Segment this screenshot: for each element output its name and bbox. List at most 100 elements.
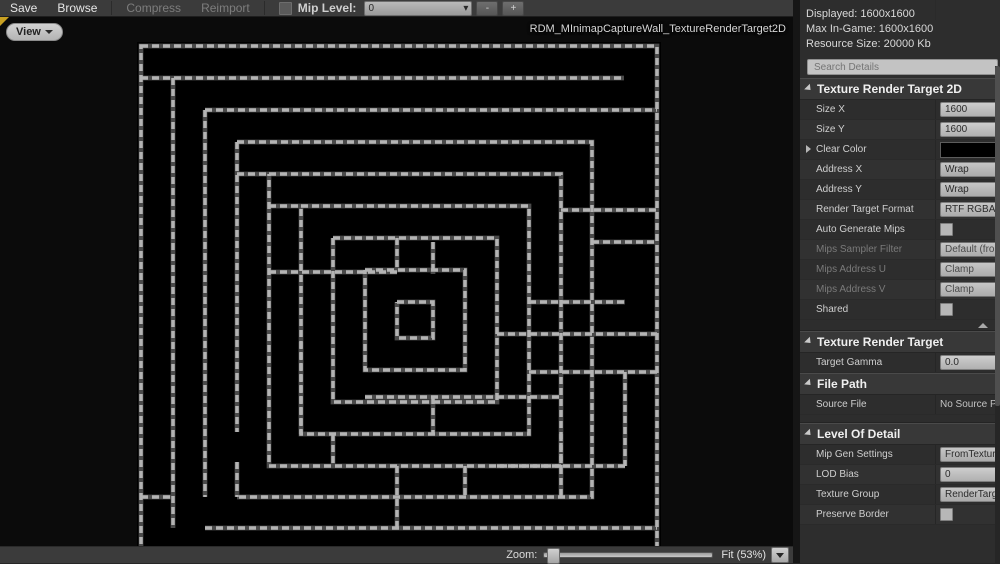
property-dropdown[interactable]: Wrap: [940, 182, 1000, 197]
panel-splitter[interactable]: [793, 0, 800, 563]
property-column-divider: [935, 485, 936, 504]
property-row: Texture Group RenderTarget: [800, 485, 1000, 505]
zoom-fit-value: Fit (53%): [721, 549, 766, 561]
property-label: Render Target Format: [816, 204, 914, 215]
resource-size-text: Resource Size: 20000 Kb: [806, 38, 931, 50]
chevron-down-icon: ▾: [463, 2, 469, 14]
property-checkbox[interactable]: [940, 303, 953, 316]
section-column-divider: [935, 0, 936, 20]
triangle-expanded-icon: [804, 428, 814, 438]
property-dropdown[interactable]: RTF RGBA16f: [940, 202, 1000, 217]
texture-preview-image: [137, 42, 661, 546]
mip-level-checkbox[interactable]: [278, 1, 292, 15]
search-input[interactable]: [812, 60, 993, 74]
save-button[interactable]: Save: [0, 0, 47, 16]
details-section-header[interactable]: Texture Render Target 2D: [800, 0, 1000, 100]
property-row: Source File No Source Path Specified: [800, 395, 1000, 415]
property-text-field[interactable]: 0.0: [940, 355, 1000, 370]
mip-level-value: 0: [368, 2, 374, 14]
property-text-field[interactable]: 1600: [940, 102, 1000, 117]
property-value-cell: 0: [940, 467, 1000, 482]
texture-viewport[interactable]: View RDM_MInimapCaptureWall_TextureRende…: [0, 17, 793, 546]
details-section-title: Level Of Detail: [817, 427, 901, 441]
details-section-header[interactable]: File Path: [800, 0, 1000, 395]
property-dropdown[interactable]: Clamp: [940, 262, 1000, 277]
maze-texture-render: [137, 42, 661, 546]
zoom-preset-dropdown[interactable]: [771, 547, 789, 563]
property-label: Address Y: [816, 184, 862, 195]
property-row: Mips Address U Clamp: [800, 260, 1000, 280]
property-value-cell: [940, 222, 1000, 237]
triangle-expanded-icon: [804, 83, 814, 93]
property-value-cell: Clamp: [940, 282, 1000, 297]
property-value-cell: RTF RGBA16f: [940, 202, 1000, 217]
details-section-header[interactable]: Level Of Detail: [800, 0, 1000, 445]
property-row: Target Gamma 0.0: [800, 353, 1000, 373]
property-label: Auto Generate Mips: [816, 224, 905, 235]
mip-level-decrease-button[interactable]: -: [476, 0, 499, 16]
property-text-field[interactable]: 1600: [940, 122, 1000, 137]
color-swatch[interactable]: [940, 141, 1000, 158]
property-checkbox[interactable]: [940, 223, 953, 236]
property-value-cell: Wrap: [940, 162, 1000, 177]
property-label: Texture Group: [816, 489, 880, 500]
property-column-divider: [935, 100, 936, 119]
section-collapse-handle[interactable]: [800, 320, 1000, 331]
details-sections: Texture Render Target 2D Size X 1600 Size Y…: [800, 0, 1000, 525]
zoom-slider[interactable]: [543, 548, 714, 564]
chevron-down-icon: [44, 30, 53, 34]
zoom-slider-thumb[interactable]: [547, 548, 561, 564]
triangle-expanded-icon: [804, 336, 814, 346]
property-label: Mips Sampler Filter: [816, 244, 903, 255]
property-dropdown[interactable]: Clamp: [940, 282, 1000, 297]
property-row: Address Y Wrap: [800, 180, 1000, 200]
property-dropdown[interactable]: FromTextureGroup: [940, 447, 1000, 462]
property-checkbox[interactable]: [940, 508, 953, 521]
reimport-button[interactable]: Reimport: [191, 0, 260, 16]
property-row: Render Target Format RTF RGBA16f: [800, 200, 1000, 220]
property-dropdown[interactable]: Wrap: [940, 162, 1000, 177]
property-column-divider: [935, 353, 936, 372]
details-panel: Displayed: 1600x1600 Max In-Game: 1600x1…: [800, 0, 1000, 563]
property-label: Source File: [816, 399, 867, 410]
property-dropdown[interactable]: Default (from Texture Group): [940, 242, 1000, 257]
details-scrollbar[interactable]: [995, 66, 1000, 563]
mip-level-combo[interactable]: 0 ▾: [364, 0, 473, 16]
property-value-cell: RenderTarget: [940, 487, 1000, 502]
property-row: Mips Address V Clamp: [800, 280, 1000, 300]
property-value-cell: No Source Path Specified: [940, 397, 1000, 412]
property-dropdown[interactable]: RenderTarget: [940, 487, 1000, 502]
property-column-divider: [935, 180, 936, 199]
property-row: Size X 1600: [800, 100, 1000, 120]
property-readonly-text: No Source Path Specified: [940, 399, 1000, 410]
property-column-divider: [935, 240, 936, 259]
property-label: Address X: [816, 164, 863, 175]
triangle-collapsed-icon[interactable]: [806, 145, 811, 153]
property-column-divider: [935, 160, 936, 179]
compress-button[interactable]: Compress: [116, 0, 191, 16]
texture-info-block: Displayed: 1600x1600 Max In-Game: 1600x1…: [800, 4, 1000, 57]
chevron-up-icon: [978, 322, 988, 328]
property-label: LOD Bias: [816, 469, 859, 480]
section-spacer: [800, 415, 1000, 423]
property-row: Preserve Border: [800, 505, 1000, 525]
property-row: Size Y 1600: [800, 120, 1000, 140]
property-text-field[interactable]: 0: [940, 467, 1000, 482]
max-in-game-size-text: Max In-Game: 1600x1600: [806, 23, 934, 35]
mip-level-increase-button[interactable]: +: [502, 0, 525, 16]
unreal-texture-editor-window: Save Browse Compress Reimport Mip Level:…: [0, 0, 1000, 564]
property-value-cell: FromTextureGroup: [940, 447, 1000, 462]
mip-level-label: Mip Level:: [297, 1, 357, 15]
details-section-header[interactable]: Texture Render Target: [800, 0, 1000, 353]
property-value-cell: [940, 507, 1000, 522]
view-menu-button[interactable]: View: [6, 23, 63, 41]
property-row: Auto Generate Mips: [800, 220, 1000, 240]
property-value-cell: [940, 141, 1000, 158]
property-column-divider: [935, 140, 936, 159]
search-details-box[interactable]: [807, 59, 998, 75]
details-scrollbar-thumb[interactable]: [995, 66, 1000, 406]
property-label: Size X: [816, 104, 845, 115]
browse-button[interactable]: Browse: [47, 0, 107, 16]
property-label: Size Y: [816, 124, 845, 135]
property-value-cell: Wrap: [940, 182, 1000, 197]
